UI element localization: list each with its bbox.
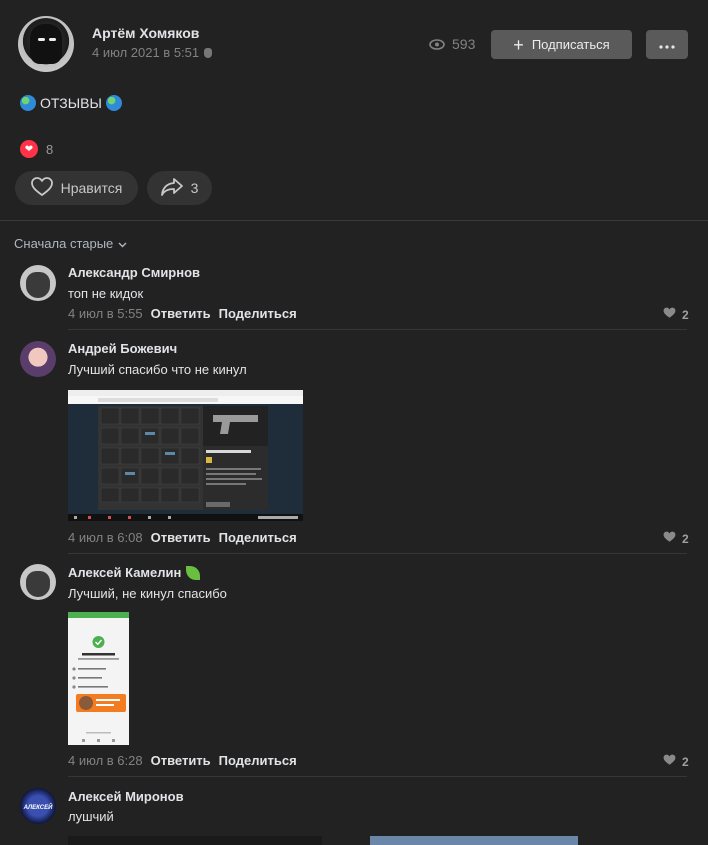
comment-avatar[interactable] bbox=[20, 564, 56, 600]
comment-avatar[interactable] bbox=[20, 341, 56, 377]
comment-avatar[interactable] bbox=[20, 265, 56, 301]
comment-avatar[interactable]: АЛЕКСЕЙ bbox=[20, 788, 56, 824]
post-text: ОТЗЫВЫ bbox=[20, 95, 122, 111]
share-link[interactable]: Поделиться bbox=[219, 306, 297, 321]
comment-text: Лучший спасибо что не кинул bbox=[68, 362, 247, 377]
shares-count: 3 bbox=[190, 180, 199, 196]
reply-link[interactable]: Ответить bbox=[151, 306, 211, 321]
comment-like-count: 2 bbox=[682, 754, 689, 769]
views-count: 593 bbox=[452, 36, 476, 52]
eye-icon bbox=[429, 38, 445, 50]
share-link[interactable]: Поделиться bbox=[219, 530, 297, 545]
sort-toggle[interactable]: Сначала старые bbox=[14, 236, 127, 251]
comment-time[interactable]: 4 июл в 6:08 bbox=[68, 530, 143, 545]
share-button[interactable]: 3 bbox=[147, 171, 212, 205]
comment-image[interactable] bbox=[370, 836, 578, 845]
heart-icon bbox=[30, 176, 53, 200]
comment-text: топ не кидок bbox=[68, 286, 144, 301]
heart-icon bbox=[663, 754, 676, 769]
post-header: Артём Хомяков 4 июл 2021 в 5:51 593 + По… bbox=[0, 0, 708, 90]
chevron-down-icon bbox=[118, 236, 127, 251]
comment-image[interactable] bbox=[68, 836, 322, 845]
reactions-count: 8 bbox=[46, 141, 54, 157]
comment-like-button[interactable]: 2 bbox=[663, 531, 689, 546]
globe-icon bbox=[20, 95, 36, 111]
post-date-text: 4 июл 2021 в 5:51 bbox=[92, 45, 200, 60]
comment-divider bbox=[68, 553, 687, 554]
comment-like-count: 2 bbox=[682, 307, 689, 322]
comment-image[interactable] bbox=[68, 390, 303, 521]
post-date: 4 июл 2021 в 5:51 bbox=[92, 45, 213, 60]
comment-text: лушчий bbox=[68, 809, 114, 824]
comment-divider bbox=[68, 329, 687, 330]
heart-icon: ❤ bbox=[20, 140, 38, 158]
comment-image[interactable] bbox=[68, 612, 129, 745]
sort-label: Сначала старые bbox=[14, 236, 114, 251]
views-counter: 593 bbox=[429, 36, 475, 52]
plus-icon: + bbox=[513, 34, 524, 55]
post-divider bbox=[0, 220, 708, 221]
comment-like-button[interactable]: 2 bbox=[663, 307, 689, 322]
leaf-icon bbox=[186, 565, 201, 580]
more-button[interactable] bbox=[646, 30, 688, 59]
svg-text:АЛЕКСЕЙ: АЛЕКСЕЙ bbox=[23, 803, 53, 811]
comment-author[interactable]: Алексей Камелин bbox=[68, 565, 181, 580]
author-name[interactable]: Артём Хомяков bbox=[92, 25, 199, 41]
reaction-summary[interactable]: ❤ 8 bbox=[20, 140, 53, 158]
comment-author[interactable]: Алексей Миронов bbox=[68, 789, 184, 804]
comment-author[interactable]: Александр Смирнов bbox=[68, 265, 200, 280]
like-button[interactable]: Нравится bbox=[15, 171, 138, 205]
comment-meta: 4 июл в 5:55 Ответить Поделиться bbox=[68, 306, 297, 321]
share-link[interactable]: Поделиться bbox=[219, 753, 297, 768]
globe-icon bbox=[105, 95, 122, 111]
like-label: Нравится bbox=[60, 180, 123, 196]
comment-divider bbox=[68, 776, 687, 777]
heart-icon bbox=[663, 307, 676, 322]
more-icon bbox=[659, 36, 675, 54]
heart-icon bbox=[663, 531, 676, 546]
subscribe-label: Подписаться bbox=[531, 37, 610, 52]
subscribe-button[interactable]: + Подписаться bbox=[491, 30, 632, 59]
apple-icon bbox=[204, 47, 213, 58]
share-icon bbox=[160, 177, 183, 199]
reply-link[interactable]: Ответить bbox=[151, 530, 211, 545]
post-text-content: ОТЗЫВЫ bbox=[40, 95, 102, 111]
avatar-logo: АЛЕКСЕЙ bbox=[23, 803, 53, 811]
comment-meta: 4 июл в 6:28 Ответить Поделиться bbox=[68, 753, 297, 768]
comment-text: Лучший, не кинул спасибо bbox=[68, 586, 227, 601]
comment-meta: 4 июл в 6:08 Ответить Поделиться bbox=[68, 530, 297, 545]
comment-time[interactable]: 4 июл в 5:55 bbox=[68, 306, 143, 321]
comment-author-row: Алексей Камелин bbox=[68, 565, 201, 580]
author-avatar[interactable] bbox=[18, 16, 74, 72]
comment-author[interactable]: Андрей Божевич bbox=[68, 341, 177, 356]
comment-time[interactable]: 4 июл в 6:28 bbox=[68, 753, 143, 768]
reply-link[interactable]: Ответить bbox=[151, 753, 211, 768]
comment-like-count: 2 bbox=[682, 531, 689, 546]
comment-like-button[interactable]: 2 bbox=[663, 754, 689, 769]
